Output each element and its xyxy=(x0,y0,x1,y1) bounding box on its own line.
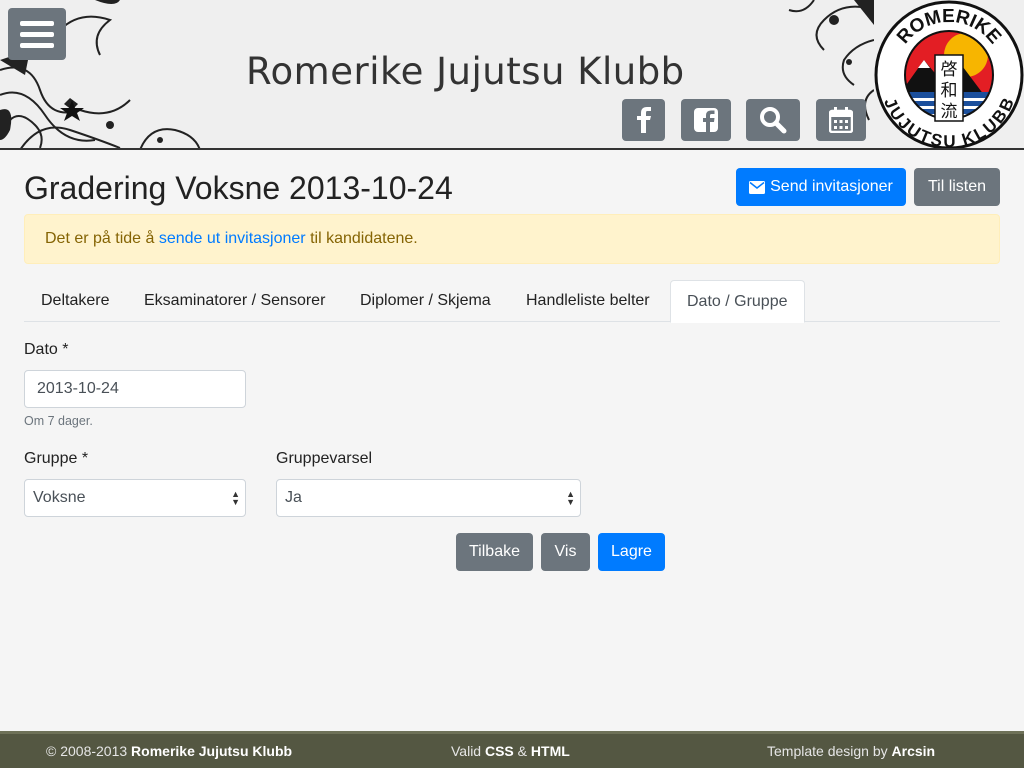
send-invitations-link[interactable]: sende ut invitasjoner xyxy=(159,230,306,247)
tab-handleliste[interactable]: Handleliste belter xyxy=(510,280,666,322)
envelope-icon xyxy=(749,180,766,194)
search-icon[interactable] xyxy=(746,99,800,141)
alert-prefix: Det er på tide å xyxy=(45,230,155,247)
footer-copyright: © 2008-2013 Romerike Jujutsu Klubb xyxy=(46,743,293,759)
group-notify-select[interactable]: Ja ▲ ▼ xyxy=(276,479,581,517)
footer-club-link[interactable]: Romerike Jujutsu Klubb xyxy=(131,743,292,759)
date-help-text: Om 7 dager. xyxy=(24,414,93,428)
footer-validation: Valid CSS & HTML xyxy=(451,743,570,759)
back-button[interactable]: Tilbake xyxy=(456,533,533,571)
page-title: Gradering Voksne 2013-10-24 xyxy=(24,170,453,206)
date-input[interactable]: 2013-10-24 xyxy=(24,370,246,408)
tab-eksaminatorer[interactable]: Eksaminatorer / Sensorer xyxy=(128,280,341,322)
calendar-icon[interactable] xyxy=(816,99,866,141)
footer-css-link[interactable]: CSS xyxy=(485,743,514,759)
invitation-alert: Det er på tide å sende ut invitasjoner t… xyxy=(24,214,1000,264)
tab-diplomer[interactable]: Diplomer / Skjema xyxy=(344,280,507,322)
tab-bar: Deltakere Eksaminatorer / Sensorer Diplo… xyxy=(24,280,1000,323)
footer-design-credit: Template design by Arcsin xyxy=(767,743,936,759)
logo-kanji-1: 啓 xyxy=(941,60,958,80)
logo-kanji-2: 和 xyxy=(941,81,958,101)
select-arrows-icon: ▲ ▼ xyxy=(566,489,575,507)
footer-designer-link[interactable]: Arcsin xyxy=(892,743,936,759)
select-arrows-icon: ▲ ▼ xyxy=(231,489,240,507)
send-invitations-label: Send invitasjoner xyxy=(770,178,893,195)
tab-dato-gruppe[interactable]: Dato / Gruppe xyxy=(670,280,805,323)
site-title[interactable]: Romerike Jujutsu Klubb xyxy=(246,50,685,93)
facebook-square-icon[interactable] xyxy=(681,99,731,141)
hamburger-menu-icon[interactable] xyxy=(8,8,66,60)
group-select-value: Voksne xyxy=(33,489,86,506)
view-button[interactable]: Vis xyxy=(541,533,590,571)
group-select[interactable]: Voksne ▲ ▼ xyxy=(24,479,246,517)
save-button[interactable]: Lagre xyxy=(598,533,665,571)
facebook-icon[interactable] xyxy=(622,99,665,141)
tab-deltakere[interactable]: Deltakere xyxy=(25,280,125,322)
date-label: Dato * xyxy=(24,341,69,358)
site-header: Romerike Jujutsu Klubb 啓 和 流 ROMERIKE JU… xyxy=(0,0,1024,150)
send-invitations-button[interactable]: Send invitasjoner xyxy=(736,168,906,206)
alert-suffix: til kandidatene. xyxy=(310,230,418,247)
site-footer: © 2008-2013 Romerike Jujutsu Klubb Valid… xyxy=(0,731,1024,768)
footer-html-link[interactable]: HTML xyxy=(531,743,570,759)
club-logo[interactable]: 啓 和 流 ROMERIKE JUJUTSU KLUBB xyxy=(874,0,1024,150)
logo-kanji-3: 流 xyxy=(941,102,958,122)
group-notify-label: Gruppevarsel xyxy=(276,450,373,467)
group-label: Gruppe * xyxy=(24,450,89,467)
back-to-list-button[interactable]: Til listen xyxy=(914,168,1000,206)
group-notify-select-value: Ja xyxy=(285,489,302,506)
